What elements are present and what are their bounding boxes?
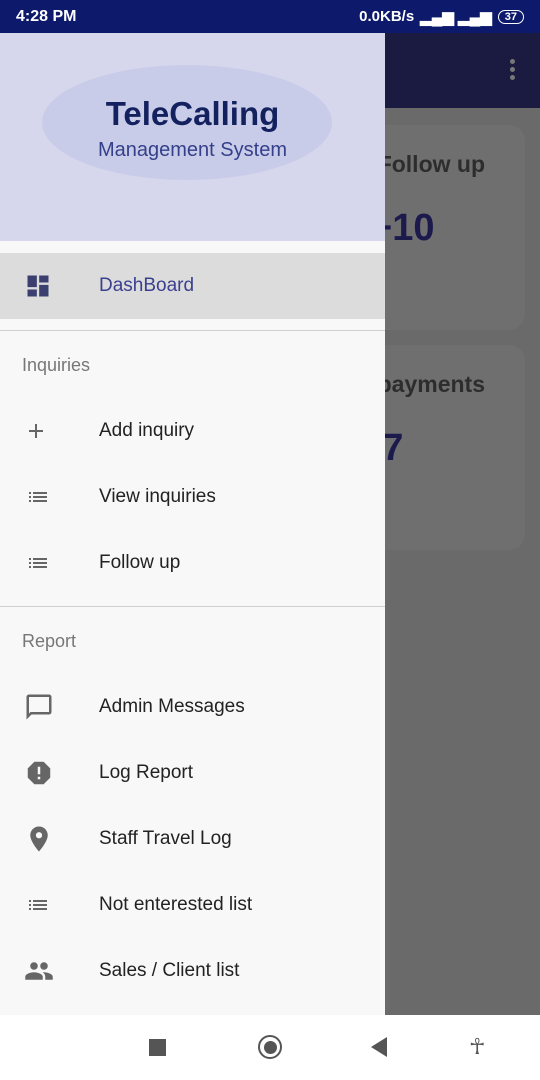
divider: [0, 606, 385, 607]
network-speed: 0.0KB/s: [359, 8, 415, 25]
battery-icon: 37: [497, 9, 524, 24]
app-title: TeleCalling: [105, 95, 280, 132]
alert-icon: [0, 758, 99, 788]
drawer-item-staff-travel-log[interactable]: Staff Travel Log: [0, 806, 385, 872]
list-icon: [0, 551, 99, 575]
navigation-drawer: TeleCalling Management System DashBoard …: [0, 33, 385, 1015]
section-inquiries: Inquiries: [22, 355, 91, 375]
item-label: Staff Travel Log: [99, 828, 232, 849]
drawer-item-log-report[interactable]: Log Report: [0, 740, 385, 806]
drawer-item-dashboard[interactable]: DashBoard: [0, 253, 385, 319]
list-icon: [0, 893, 99, 917]
more-options-icon[interactable]: [510, 59, 516, 83]
card-title: payments: [377, 371, 485, 397]
item-label: Sales / Client list: [99, 960, 240, 981]
drawer-item-follow-up[interactable]: Follow up: [0, 530, 385, 596]
plus-icon: [0, 419, 99, 443]
section-report: Report: [22, 631, 77, 651]
item-label: Admin Messages: [99, 696, 245, 717]
drawer-item-not-interested-list[interactable]: Not enterested list: [0, 872, 385, 938]
time: 4:28 PM: [16, 7, 77, 25]
divider: [0, 330, 385, 331]
app-subtitle: Management System: [98, 139, 287, 161]
item-label: Log Report: [99, 762, 194, 783]
people-icon: [0, 956, 99, 986]
system-nav-bar: ☥: [0, 1015, 540, 1080]
item-label: View inquiries: [99, 486, 216, 507]
message-icon: [0, 692, 99, 722]
home-button[interactable]: [258, 1035, 282, 1059]
accessibility-icon[interactable]: ☥: [469, 1034, 485, 1060]
signal-icon: ▂▄▆ ▂▄▆: [420, 8, 492, 26]
dashboard-icon: [0, 272, 99, 300]
drawer-header: TeleCalling Management System: [0, 33, 385, 241]
recents-button[interactable]: [149, 1039, 166, 1056]
item-label: Add inquiry: [99, 420, 195, 441]
item-label: DashBoard: [99, 275, 195, 296]
location-pin-icon: [0, 824, 99, 854]
card-title: Follow up: [377, 151, 485, 177]
drawer-item-view-inquiries[interactable]: View inquiries: [0, 464, 385, 530]
list-icon: [0, 485, 99, 509]
status-bar: 4:28 PM 0.0KB/s ▂▄▆ ▂▄▆ 37: [0, 0, 540, 33]
drawer-item-add-inquiry[interactable]: Add inquiry: [0, 398, 385, 464]
back-button[interactable]: [371, 1037, 387, 1057]
item-label: Follow up: [99, 552, 181, 573]
drawer-item-admin-messages[interactable]: Admin Messages: [0, 674, 385, 740]
item-label: Not enterested list: [99, 894, 253, 915]
drawer-item-sales-client-list[interactable]: Sales / Client list: [0, 938, 385, 1004]
